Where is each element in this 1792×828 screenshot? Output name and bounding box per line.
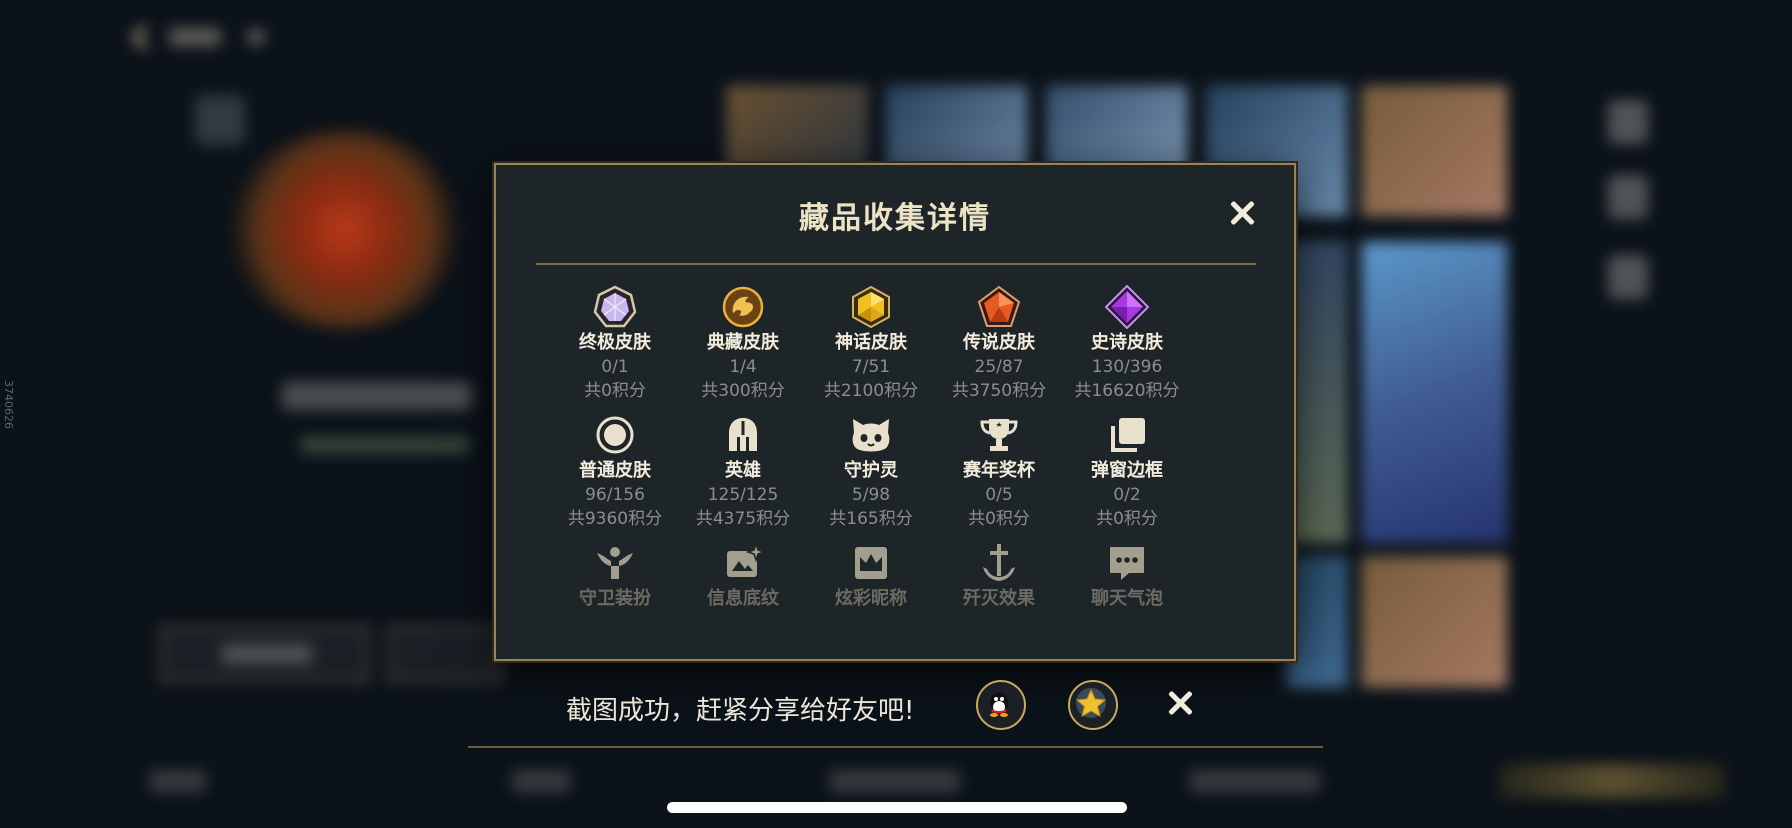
collection-item-colorful-nickname[interactable]: 炫彩昵称 [807, 541, 935, 611]
collection-item-legendary-skin[interactable]: 传说皮肤 25/87 共3750积分 [935, 285, 1063, 403]
collection-count: 1/4 [729, 357, 757, 377]
collection-name: 终极皮肤 [579, 332, 651, 353]
collection-count: 0/5 [985, 485, 1013, 505]
scroll-fade [496, 605, 1294, 659]
qq-penguin-icon [990, 692, 1008, 717]
collection-item-season-trophy[interactable]: 赛年奖杯 0/5 共0积分 [935, 413, 1063, 531]
collection-card[interactable] [1360, 240, 1509, 544]
collection-item-chat-bubble[interactable]: 聊天气泡 [1063, 541, 1191, 611]
collection-name: 普通皮肤 [579, 460, 651, 481]
collection-count: 125/125 [707, 485, 779, 505]
collection-item-popup-frame[interactable]: 弹窗边框 0/2 共0积分 [1063, 413, 1191, 531]
collection-name: 史诗皮肤 [1091, 332, 1163, 353]
collection-count: 5/98 [851, 485, 891, 505]
collection-name: 英雄 [725, 460, 761, 481]
bottom-tab[interactable] [830, 770, 960, 792]
collection-name: 赛年奖杯 [963, 460, 1035, 481]
winged-guardian-icon [593, 541, 637, 585]
purple-diamond-gem-icon [1104, 284, 1150, 330]
screenshot-share-bar: 截图成功，赶紧分享给好友吧! [468, 668, 1323, 748]
collection-count: 130/396 [1091, 357, 1163, 377]
dragon-emblem-icon [721, 285, 765, 329]
cat-face-icon [849, 413, 893, 457]
card-sparkle-icon [721, 541, 767, 585]
collection-points: 共3750积分 [951, 381, 1047, 401]
side-id-text: 3740626 [2, 380, 15, 429]
background-button-primary[interactable] [160, 626, 369, 682]
gold-hexagon-gem-icon [849, 285, 893, 329]
collection-points: 共0积分 [1096, 509, 1158, 529]
anchor-sword-icon [977, 541, 1021, 585]
rank-badge-icon [195, 95, 245, 145]
chevron-left-icon [131, 24, 158, 51]
collection-item-treasure-skin[interactable]: 典藏皮肤 1/4 共300积分 [679, 285, 807, 403]
back-button[interactable] [131, 20, 265, 56]
collection-name: 弹窗边框 [1091, 460, 1163, 481]
close-icon[interactable] [1226, 197, 1258, 229]
circle-ring-icon [593, 413, 637, 457]
collection-name: 守护灵 [844, 460, 898, 481]
collection-points: 共9360积分 [567, 509, 663, 529]
collection-count: 25/87 [974, 357, 1024, 377]
trophy-icon [977, 413, 1021, 457]
collection-points: 共0积分 [584, 381, 646, 401]
bottom-tab[interactable] [150, 770, 206, 792]
diamond-gem-icon [593, 285, 637, 329]
home-icon[interactable] [1608, 100, 1648, 144]
collection-count: 0/1 [601, 357, 629, 377]
bottom-tab[interactable] [1190, 770, 1320, 792]
collection-name: 典藏皮肤 [707, 332, 779, 353]
collection-count: 96/156 [585, 485, 645, 505]
collection-points: 共4375积分 [695, 509, 791, 529]
collection-item-guardian-spirit[interactable]: 守护灵 5/98 共165积分 [807, 413, 935, 531]
collection-item-normal-skin[interactable]: 普通皮肤 96/156 共9360积分 [551, 413, 679, 531]
collection-details-modal: 藏品收集详情 终极皮肤 0/1 共0积分 典藏皮肤 1/4 共300积分 神话皮… [494, 163, 1296, 661]
crown-card-icon [849, 541, 893, 585]
player-name [282, 382, 472, 410]
favorite-share-button[interactable] [1068, 680, 1118, 730]
stacked-frames-icon [1105, 413, 1149, 457]
collection-points: 共2100积分 [823, 381, 919, 401]
collection-card[interactable] [1360, 555, 1509, 689]
help-icon[interactable] [247, 28, 265, 46]
collection-item-ultimate-skin[interactable]: 终极皮肤 0/1 共0积分 [551, 285, 679, 403]
player-subtitle [300, 436, 470, 454]
orange-pentagon-gem-icon [977, 285, 1021, 329]
helmet-icon [721, 413, 765, 457]
chat-bubble-icon [1105, 541, 1149, 585]
collection-count: 7/51 [851, 357, 891, 377]
star-badge-icon [1075, 688, 1107, 718]
modal-title: 藏品收集详情 [799, 201, 991, 236]
person-icon[interactable] [1608, 175, 1648, 219]
collection-item-mythic-skin[interactable]: 神话皮肤 7/51 共2100积分 [807, 285, 935, 403]
bottom-tab[interactable] [512, 770, 570, 792]
collection-count: 0/2 [1113, 485, 1141, 505]
collection-name: 传说皮肤 [963, 332, 1035, 353]
collection-points: 共16620积分 [1074, 381, 1180, 401]
collection-points: 共300积分 [701, 381, 785, 401]
divider [536, 263, 1256, 265]
collection-item-annihilation-effect[interactable]: 歼灭效果 [935, 541, 1063, 611]
player-emblem [225, 130, 465, 330]
share-icon[interactable] [1608, 255, 1648, 299]
share-message: 截图成功，赶紧分享给好友吧! [566, 696, 915, 726]
collection-item-epic-skin[interactable]: 史诗皮肤 130/396 共16620积分 [1063, 284, 1191, 403]
collection-item-hero[interactable]: 英雄 125/125 共4375积分 [679, 413, 807, 531]
qq-share-button[interactable] [976, 680, 1026, 730]
close-icon[interactable] [1166, 688, 1196, 718]
collection-name: 神话皮肤 [835, 332, 907, 353]
collection-card[interactable] [1360, 84, 1509, 218]
collection-item-info-pattern[interactable]: 信息底纹 [679, 541, 807, 611]
collection-item-guard-outfit[interactable]: 守卫装扮 [551, 541, 679, 611]
bottom-tab-highlight[interactable] [1500, 764, 1725, 798]
collection-points: 共165积分 [829, 509, 913, 529]
collection-points: 共0积分 [968, 509, 1030, 529]
home-indicator[interactable] [667, 802, 1127, 813]
